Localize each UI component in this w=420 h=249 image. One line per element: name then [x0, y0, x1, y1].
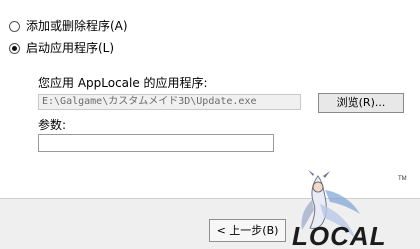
app-path-label: 您应用 AppLocale 的应用程序:	[38, 76, 208, 90]
logo-wordmark: LOCAL	[292, 221, 387, 249]
option-add-remove[interactable]: 添加或删除程序(A)	[9, 18, 128, 34]
option-add-remove-label: 添加或删除程序(A)	[26, 19, 128, 33]
radio-add-remove[interactable]	[9, 20, 20, 32]
browse-button[interactable]: 浏览(R)...	[318, 93, 404, 113]
back-button[interactable]: < 上一步(B)	[209, 219, 286, 242]
radio-start-app[interactable]	[9, 42, 20, 54]
app-path-field[interactable]: E:\Galgame\カスタムメイド3D\Update.exe	[38, 94, 301, 110]
logo-text: LOCAL	[292, 221, 387, 249]
params-input[interactable]	[38, 134, 274, 152]
option-start-app-label: 启动应用程序(L)	[26, 41, 115, 55]
logo-trademark: TM	[398, 176, 407, 182]
applocale-logo: LOCAL TM	[292, 170, 407, 249]
params-label: 参数:	[38, 118, 67, 132]
option-start-app[interactable]: 启动应用程序(L)	[9, 40, 114, 56]
